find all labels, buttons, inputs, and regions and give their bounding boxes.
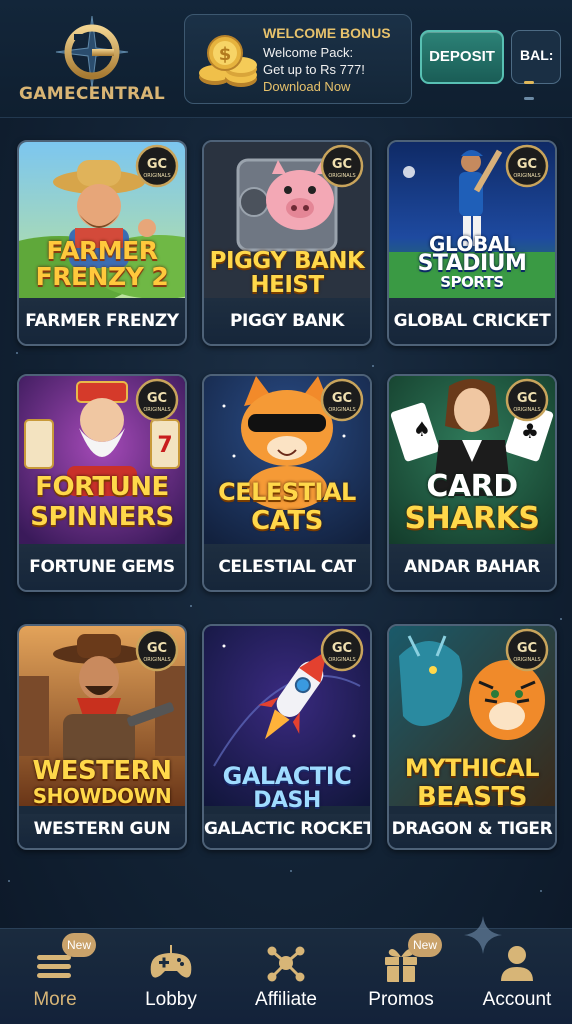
art-title-line-1: WESTERN [32, 756, 172, 786]
nav-label: Account [482, 989, 552, 1010]
art-title-line-1: FORTUNE [35, 472, 169, 502]
gc-originals-badge: GC ORIGINALS [505, 144, 549, 188]
nav-item-promos[interactable]: New Promos [346, 929, 456, 1024]
game-card-galactic-rocket[interactable]: GALACTIC DASH GC ORIGINALS GALACTIC ROCK… [202, 624, 372, 850]
balance-hidden-value [524, 71, 550, 100]
bonus-line-2: Get up to Rs 777! [263, 62, 365, 77]
brand-name: GAMECENTRAL [19, 84, 165, 104]
top-header: GAMECENTRAL $ WELCOME BONUS Welcome Pack… [0, 0, 572, 118]
game-card-western-gun[interactable]: WESTERN SHOWDOWN GC ORIGINALS WESTERN GU… [17, 624, 187, 850]
art-title-line-2: SPINNERS [30, 502, 174, 532]
gc-originals-badge: GC ORIGINALS [320, 628, 364, 672]
game-card-dragon-tiger[interactable]: MYTHICAL BEASTS GC ORIGINALS DRAGON & TI… [387, 624, 557, 850]
svg-text:GC: GC [517, 641, 537, 656]
new-badge: New [62, 933, 96, 957]
game-label: FORTUNE GEMS [19, 544, 185, 590]
svg-text:GC: GC [147, 157, 167, 172]
balance-label: BAL: [520, 47, 554, 63]
art-title-line-2: DASH [253, 788, 321, 813]
game-label: WESTERN GUN [19, 814, 185, 848]
game-card-farmer-frenzy[interactable]: FARMER FRENZY 2 GC ORIGINALS FARMER FREN… [17, 140, 187, 346]
game-label: ANDAR BAHAR [389, 544, 555, 590]
art-title-line-2: BEASTS [417, 782, 527, 812]
game-label: GLOBAL CRICKET [389, 298, 555, 344]
svg-text:GC: GC [147, 641, 167, 656]
art-title-line-1: CELESTIAL [218, 478, 356, 506]
gc-originals-badge: GC ORIGINALS [135, 144, 179, 188]
gc-originals-badge: GC ORIGINALS [320, 144, 364, 188]
art-title-line-2: STADIUM [417, 251, 527, 276]
art-title-line-2: CATS [251, 506, 323, 536]
deposit-button[interactable]: DEPOSIT [420, 30, 504, 84]
gc-originals-badge: GC ORIGINALS [135, 628, 179, 672]
game-label: GALACTIC ROCKET [204, 814, 370, 848]
gamecentral-logo[interactable]: GAMECENTRAL [14, 10, 170, 110]
nav-item-lobby[interactable]: Lobby [116, 929, 226, 1024]
svg-text:ORIGINALS: ORIGINALS [143, 407, 170, 413]
new-badge: New [408, 933, 442, 957]
svg-text:GC: GC [332, 157, 352, 172]
nav-item-more[interactable]: New More [0, 929, 110, 1024]
gc-originals-badge: GC ORIGINALS [505, 628, 549, 672]
svg-text:♣: ♣ [521, 419, 539, 443]
gold-coins-icon: $ [199, 35, 257, 87]
sparkle-decoration-icon [464, 916, 502, 954]
welcome-bonus-banner[interactable]: $ WELCOME BONUS Welcome Pack: Get up to … [184, 14, 412, 104]
svg-text:ORIGINALS: ORIGINALS [328, 407, 355, 413]
art-title-line-2: HEIST [250, 272, 324, 298]
svg-text:ORIGINALS: ORIGINALS [513, 173, 540, 179]
game-card-andar-bahar[interactable]: ♠ ♣ CARD SHARKS GC ORIGINALS ANDAR BAHAR [387, 374, 557, 592]
art-title-line-1: FARMER [46, 236, 158, 265]
art-title-line-1: GALACTIC [222, 762, 352, 790]
gc-originals-badge: GC ORIGINALS [320, 378, 364, 422]
compass-logo-icon [55, 15, 129, 89]
gamepad-icon [150, 945, 192, 978]
bonus-title: WELCOME BONUS [263, 25, 391, 41]
svg-text:ORIGINALS: ORIGINALS [328, 657, 355, 663]
game-label: CELESTIAL CAT [204, 544, 370, 590]
svg-text:7: 7 [157, 433, 172, 458]
game-card-fortune-gems[interactable]: 7 FORTUNE SPINNERS GC ORIGINALS FORTUNE … [17, 374, 187, 592]
art-title-line-2: SHOWDOWN [32, 784, 172, 808]
svg-text:GC: GC [332, 641, 352, 656]
svg-text:GC: GC [517, 391, 537, 406]
nav-label: More [33, 989, 77, 1010]
svg-text:$: $ [219, 44, 232, 65]
download-now-link[interactable]: Download Now [263, 79, 350, 95]
bonus-line-1: Welcome Pack: [263, 45, 354, 60]
svg-text:ORIGINALS: ORIGINALS [143, 173, 170, 179]
svg-text:GC: GC [332, 391, 352, 406]
svg-text:ORIGINALS: ORIGINALS [513, 657, 540, 663]
art-title-line-2: SHARKS [404, 501, 540, 536]
art-title-line-1: MYTHICAL [404, 754, 540, 782]
art-title-line-1: PIGGY BANK [209, 248, 365, 274]
art-title-line-3: SPORTS [440, 273, 504, 291]
game-card-piggy-bank[interactable]: PIGGY BANK HEIST GC ORIGINALS PIGGY BANK [202, 140, 372, 346]
game-card-global-cricket[interactable]: GLOBAL STADIUM SPORTS GC ORIGINALS GLOBA… [387, 140, 557, 346]
nav-label: Promos [368, 989, 434, 1010]
nav-label: Lobby [145, 989, 197, 1010]
art-title-line-2: FRENZY 2 [35, 262, 169, 291]
game-label: DRAGON & TIGER [389, 814, 555, 848]
gc-originals-badge: GC ORIGINALS [135, 378, 179, 422]
game-label: PIGGY BANK [204, 298, 370, 344]
svg-text:ORIGINALS: ORIGINALS [143, 657, 170, 663]
svg-text:GC: GC [147, 391, 167, 406]
network-icon [267, 946, 305, 982]
svg-text:GC: GC [517, 157, 537, 172]
svg-text:♠: ♠ [413, 417, 431, 441]
nav-label: Affiliate [255, 989, 317, 1010]
balance-button[interactable]: BAL: [511, 30, 561, 100]
nav-item-affiliate[interactable]: Affiliate [231, 929, 341, 1024]
svg-text:ORIGINALS: ORIGINALS [513, 407, 540, 413]
game-card-celestial-cat[interactable]: CELESTIAL CATS GC ORIGINALS CELESTIAL CA… [202, 374, 372, 592]
game-label: FARMER FRENZY [19, 298, 185, 344]
art-title-line-1: CARD [426, 469, 518, 504]
svg-text:ORIGINALS: ORIGINALS [328, 173, 355, 179]
gc-originals-badge: GC ORIGINALS [505, 378, 549, 422]
